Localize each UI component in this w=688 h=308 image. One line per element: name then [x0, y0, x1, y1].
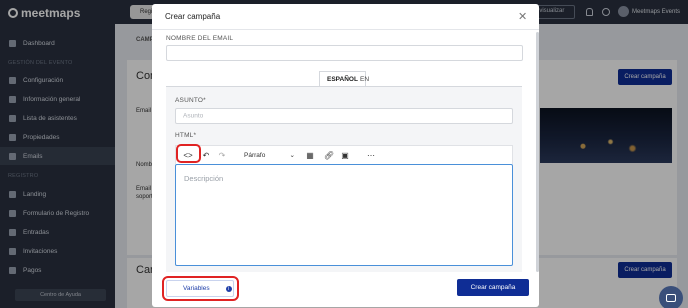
undo-icon[interactable]: ↶ — [200, 149, 212, 161]
code-view-highlight — [176, 144, 201, 163]
email-name-label: NOMBRE DEL EMAIL — [166, 35, 234, 42]
modal-title: Crear campaña — [165, 12, 221, 21]
create-campaign-button[interactable]: Crear campaña — [457, 279, 529, 296]
variables-highlight — [162, 276, 239, 301]
chat-icon[interactable] — [659, 286, 683, 308]
redo-icon[interactable]: ↷ — [216, 149, 228, 161]
tab-en-label[interactable]: EN — [353, 71, 376, 87]
paragraph-select[interactable]: Párrafo ⌄ — [241, 149, 298, 161]
image-icon[interactable]: ▣ — [339, 149, 351, 161]
html-editor[interactable]: Descripción — [175, 164, 513, 266]
chevron-down-icon: ⌄ — [289, 152, 295, 159]
modal-scrollbar[interactable] — [536, 32, 539, 272]
html-label: HTML* — [175, 132, 197, 139]
editor-toolbar: <> ↶ ↷ Párrafo ⌄ ▦ 🔗︎ ▣ ⋯ — [175, 145, 513, 164]
subject-input[interactable]: Asunto — [175, 108, 513, 124]
table-icon[interactable]: ▦ — [302, 149, 318, 161]
email-name-input[interactable] — [166, 45, 523, 61]
close-icon[interactable]: ✕ — [518, 10, 527, 23]
modal-header: Crear campaña ✕ — [152, 4, 539, 30]
subject-label: ASUNTO* — [175, 97, 206, 104]
more-icon[interactable]: ⋯ — [364, 149, 378, 161]
link-icon[interactable]: 🔗︎ — [323, 149, 335, 161]
